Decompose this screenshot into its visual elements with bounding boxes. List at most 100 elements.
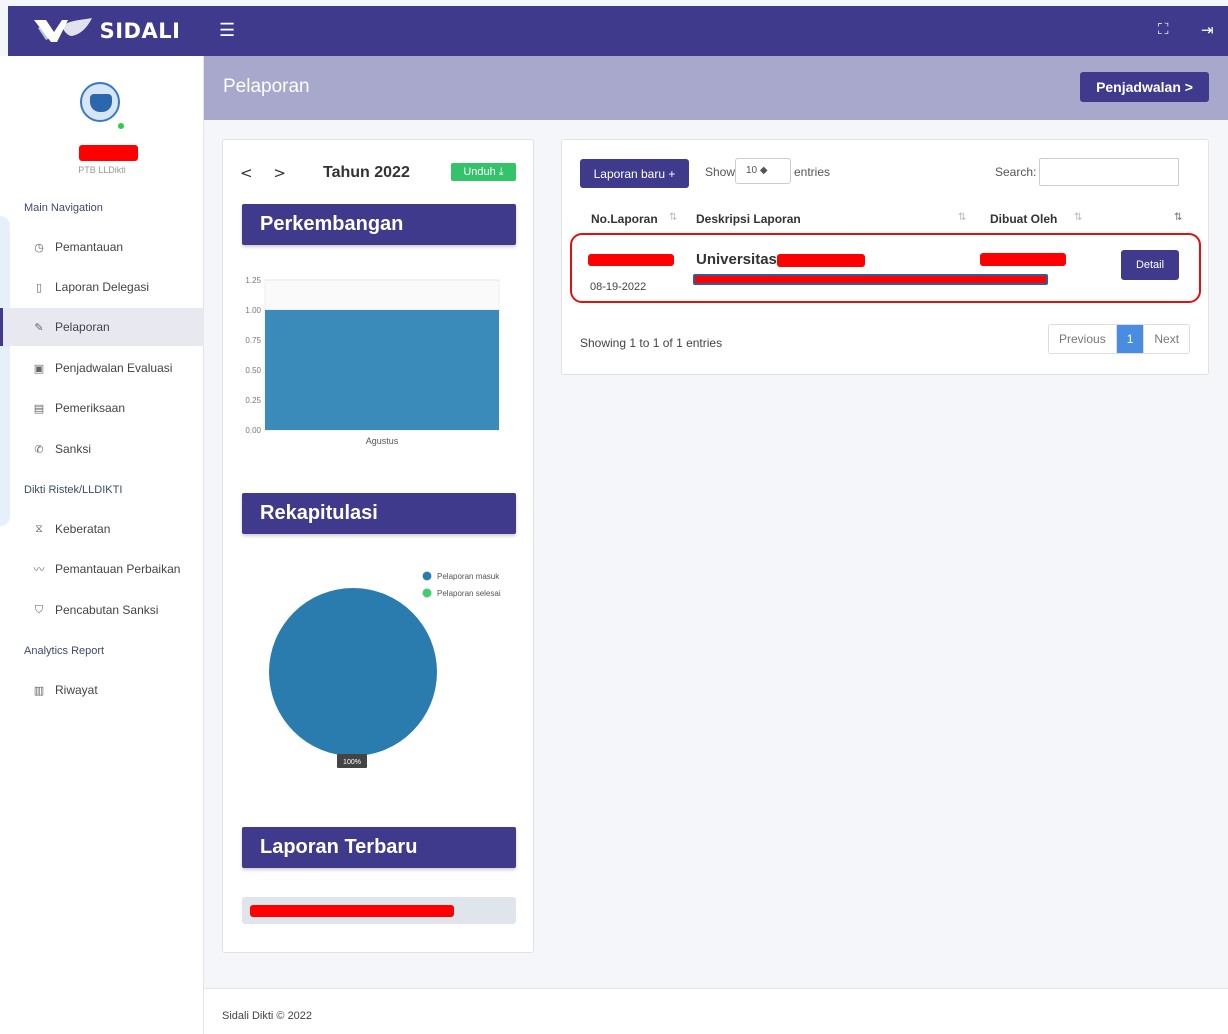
rekapitulasi-pie-chart: 100% Pelaporan masuk Pelaporan selesai [269,571,501,768]
institution-logo-icon [90,94,112,112]
sidebar-item-label: Pemantauan Perbaikan [55,562,181,576]
perkembangan-bar-chart: 0.00 0.25 0.50 0.75 1.00 1.25 Agustus [245,276,500,446]
show-label: Show [705,165,736,179]
summary-card: < > Tahun 2022 Unduh ⤓ Perkembangan 0.00… [222,139,534,953]
gauge-icon: ◷ [34,240,44,254]
report-number-redacted [588,254,674,266]
sidebar-item-pencabutan-sanksi[interactable]: ⛉ Pencabutan Sanksi [0,591,204,629]
new-report-button[interactable]: Laporan baru + [580,159,689,188]
sidebar-item-label: Pencabutan Sanksi [55,603,159,617]
page-header: Pelaporan Penjadwalan > [204,56,1228,120]
brand[interactable]: SIDALI [8,6,204,56]
sidebar-item-label: Penjadwalan Evaluasi [55,361,173,375]
sidebar-header-dikti: Dikti Ristek/LLDIKTI [24,484,123,496]
sidebar-item-label: Pelaporan [55,320,110,334]
pagination-page-1[interactable]: 1 [1116,325,1145,353]
report-title: Universitas [696,251,777,268]
footer: Sidali Dikti © 2022 [204,988,1228,1034]
sidebar-item-riwayat[interactable]: ▥ Riwayat [0,671,204,709]
year-nav-arrows[interactable]: < > [240,164,294,182]
y-tick-label: 0.50 [245,366,261,375]
download-button[interactable]: Unduh ⤓ [451,163,516,181]
report-description-redacted [693,274,1048,285]
film-icon: ▥ [33,683,45,697]
search-input[interactable] [1039,158,1179,186]
reports-table-card: Laporan baru + Show 10 ◆ entries Search:… [561,139,1209,375]
pagination: Previous 1 Next [1048,324,1191,354]
section-laporan-terbaru: Laporan Terbaru [242,827,516,868]
pie-slice [269,588,437,756]
fullscreen-icon[interactable]: ⛶ [1158,21,1169,38]
shield-icon: ⛉ [34,603,44,616]
pagination-previous[interactable]: Previous [1049,325,1117,353]
penjadwalan-button[interactable]: Penjadwalan > [1080,72,1209,102]
section-perkembangan: Perkembangan [242,204,516,245]
sidebar: PTB LLDikti Main Navigation ◷ Pemantauan… [0,56,204,1034]
legend-swatch [422,588,432,598]
sidebar-item-keberatan[interactable]: ⧖ Keberatan [0,510,204,548]
legend-label: Pelaporan selesai [437,589,501,598]
logout-icon[interactable]: ⇥ [1201,21,1214,39]
sidebar-header-main: Main Navigation [24,202,103,214]
table-row-highlight [570,233,1201,303]
report-date: 08-19-2022 [590,281,647,293]
online-status-icon [117,122,125,130]
user-name-redacted [79,145,138,161]
sidebar-item-penjadwalan-evaluasi[interactable]: ▣ Penjadwalan Evaluasi [0,349,204,387]
menu-toggle-icon[interactable]: ☰ [219,20,235,41]
pie-data-label: 100% [343,759,361,766]
report-author-redacted [980,253,1066,266]
trend-icon: 〰 [33,563,45,576]
edit-icon: ✎ [34,320,44,334]
footer-text: Sidali Dikti © 2022 [222,1010,313,1022]
sidebar-item-sanksi[interactable]: ✆ Sanksi [0,430,204,468]
x-tick-label: Agustus [366,436,399,446]
legend-swatch [422,571,432,581]
sidebar-item-label: Sanksi [55,442,92,456]
sidebar-item-label: Keberatan [55,522,111,536]
pagination-next[interactable]: Next [1144,325,1190,353]
brand-logo-icon [33,18,92,42]
y-tick-label: 0.00 [245,426,261,435]
column-header-deskripsi[interactable]: Deskripsi Laporan [696,212,801,226]
y-tick-label: 0.75 [245,336,261,345]
book-icon: ▤ [33,401,45,415]
top-navbar: SIDALI ☰ ⛶ ⇥ [8,6,1228,56]
y-tick-label: 0.25 [245,396,261,405]
sidebar-item-label: Riwayat [55,683,98,697]
table-info: Showing 1 to 1 of 1 entries [580,336,723,350]
calendar-icon: ▣ [33,361,45,375]
hourglass-icon: ⧖ [35,522,43,535]
sidebar-item-label: Pemeriksaan [55,401,126,415]
entries-label: entries [794,165,831,179]
legend-label: Pelaporan masuk [437,572,500,581]
column-header-no-laporan[interactable]: No.Laporan [591,212,658,226]
y-tick-label: 1.25 [245,276,261,285]
page-title: Pelaporan [223,76,310,97]
page-length-select[interactable]: 10 ◆ [735,158,791,184]
sort-icon[interactable]: ⇅ [669,212,677,223]
brand-name: SIDALI [99,19,181,43]
bar [265,310,499,430]
document-icon: ▯ [35,280,43,294]
key-icon: ✆ [34,442,44,456]
sort-icon[interactable]: ⇅ [958,212,966,223]
sidebar-item-pemantauan-perbaikan[interactable]: 〰 Pemantauan Perbaikan [0,550,204,588]
latest-report-item[interactable] [242,897,516,924]
avatar[interactable] [80,82,120,122]
column-header-dibuat-oleh[interactable]: Dibuat Oleh [990,212,1057,226]
sidebar-item-pemantauan[interactable]: ◷ Pemantauan [0,228,204,266]
sidebar-item-laporan-delegasi[interactable]: ▯ Laporan Delegasi [0,268,204,306]
report-title-redacted [777,254,865,267]
detail-button[interactable]: Detail [1121,250,1179,280]
sidebar-item-pemeriksaan[interactable]: ▤ Pemeriksaan [0,389,204,427]
latest-report-redacted [250,905,454,917]
year-title: Tahun 2022 [323,164,410,181]
sidebar-item-label: Pemantauan [55,240,124,254]
user-role: PTB LLDikti [78,165,126,175]
sidebar-item-label: Laporan Delegasi [55,280,150,294]
sidebar-item-pelaporan[interactable]: ✎ Pelaporan [0,308,204,346]
sort-desc-icon[interactable]: ⇅ [1174,212,1182,223]
section-rekapitulasi: Rekapitulasi [242,493,516,534]
sort-icon[interactable]: ⇅ [1074,212,1082,223]
